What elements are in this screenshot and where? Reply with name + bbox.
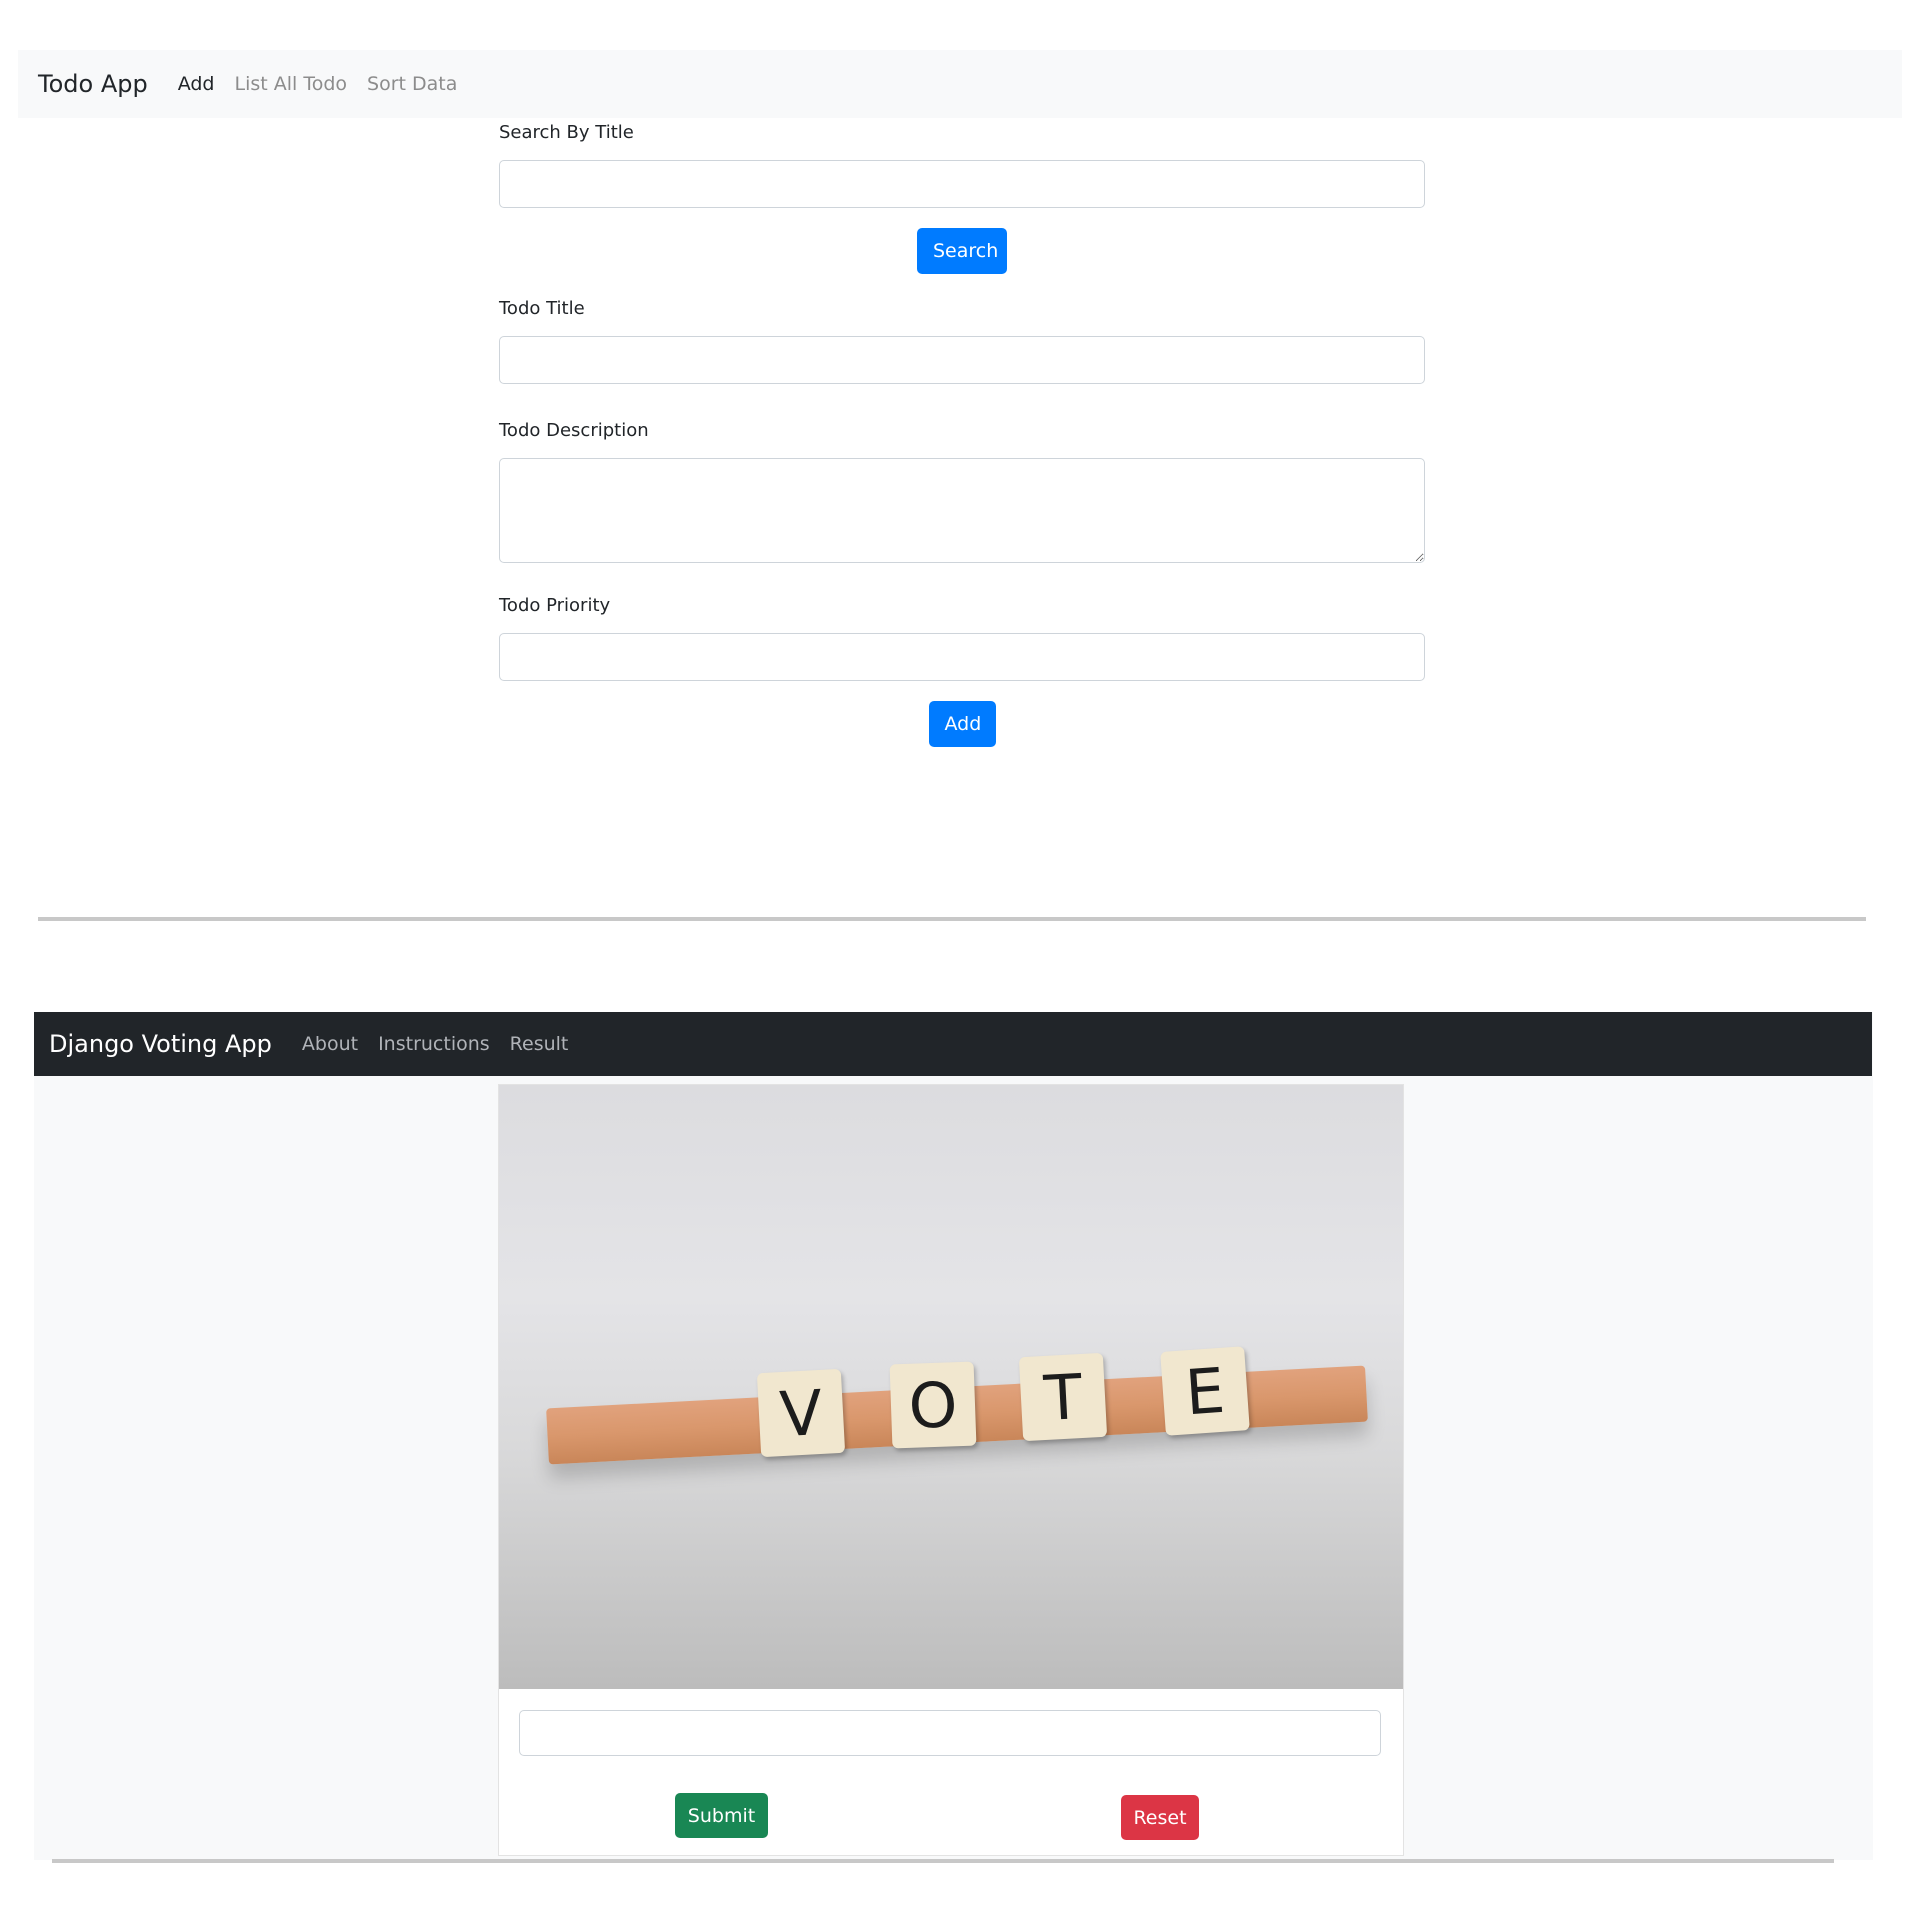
nav-link-add[interactable]: Add (178, 73, 215, 95)
todo-brand[interactable]: Todo App (38, 70, 148, 98)
add-button[interactable]: Add (928, 701, 996, 747)
screenshot-divider-bottom (52, 1859, 1834, 1863)
vote-image: V O T E (499, 1085, 1403, 1689)
voting-brand[interactable]: Django Voting App (49, 1030, 272, 1058)
todo-description-label: Todo Description (499, 420, 649, 441)
todo-title-label: Todo Title (499, 298, 585, 319)
letter-tile: O (889, 1361, 977, 1449)
letter-tile: E (1160, 1346, 1250, 1436)
nav-link-list-all-todo[interactable]: List All Todo (235, 73, 348, 95)
todo-form: Search By Title Search Todo Title Todo D… (499, 118, 1425, 747)
search-button[interactable]: Search (917, 228, 1007, 274)
search-input[interactable] (499, 160, 1425, 208)
submit-button[interactable]: Submit (675, 1793, 768, 1838)
nav-link-sort-data[interactable]: Sort Data (367, 73, 457, 95)
voting-navbar: Django Voting App About Instructions Res… (34, 1012, 1872, 1076)
todo-title-input[interactable] (499, 336, 1425, 384)
nav-link-about[interactable]: About (302, 1033, 358, 1055)
voting-app-window: Django Voting App About Instructions Res… (34, 1012, 1873, 1860)
vote-input[interactable] (519, 1710, 1381, 1756)
page: Todo App Add List All Todo Sort Data Sea… (0, 0, 1920, 1920)
reset-button[interactable]: Reset (1121, 1795, 1199, 1840)
add-button-row: Add (499, 701, 1425, 747)
nav-link-instructions[interactable]: Instructions (378, 1033, 490, 1055)
letter-tile: T (1018, 1352, 1108, 1442)
todo-priority-input[interactable] (499, 633, 1425, 681)
letter-tile: V (756, 1368, 846, 1458)
search-button-row: Search (499, 228, 1425, 274)
screenshot-divider-top (38, 917, 1866, 921)
nav-link-result[interactable]: Result (510, 1033, 569, 1055)
todo-description-textarea[interactable] (499, 458, 1425, 563)
todo-priority-label: Todo Priority (499, 595, 611, 616)
vote-card: V O T E Submit Reset (498, 1084, 1404, 1856)
todo-navbar: Todo App Add List All Todo Sort Data (18, 50, 1902, 118)
search-label: Search By Title (499, 122, 634, 143)
